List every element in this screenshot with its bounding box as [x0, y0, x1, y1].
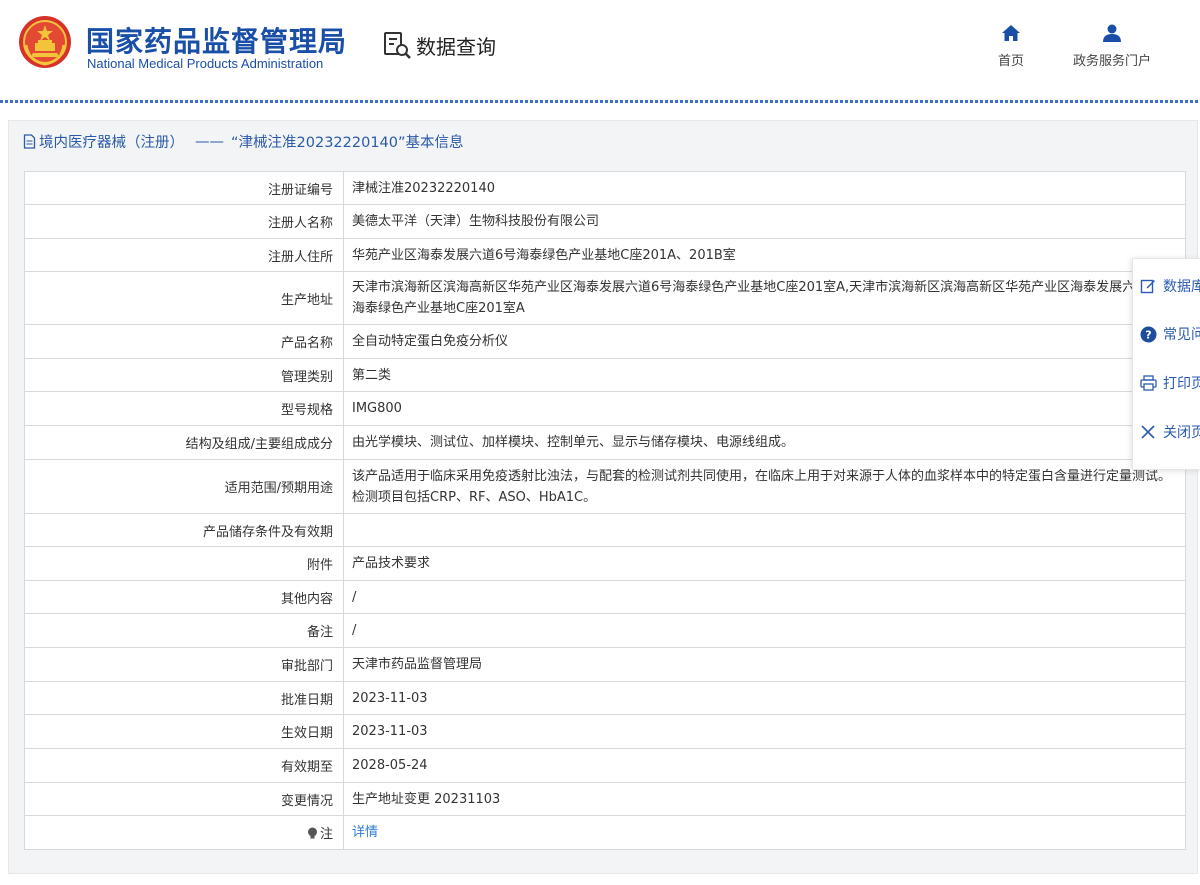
row-label: 适用范围/预期用途 — [24, 459, 344, 514]
row-value: 第二类 — [343, 358, 1186, 392]
row-value: 2028-05-24 — [343, 748, 1186, 783]
panel-category: 境内医疗器械（注册） — [39, 135, 184, 151]
row-label: 注 — [24, 815, 344, 850]
edit-icon — [1139, 277, 1157, 295]
row-value — [343, 513, 1186, 547]
side-tool-database[interactable]: 数据库 — [1139, 274, 1200, 298]
row-label: 变更情况 — [24, 782, 344, 816]
nav-home-label: 首页 — [998, 54, 1025, 69]
data-search-icon — [384, 32, 411, 59]
info-table: 注册证编号 津械注准20232220140 注册人名称 美德太平洋（天津）生物科技股份… — [24, 171, 1186, 850]
row-value: / — [343, 580, 1186, 614]
user-icon — [1103, 24, 1121, 42]
table-row: 注册人名称 美德太平洋（天津）生物科技股份有限公司 — [24, 204, 1186, 239]
side-toolbar: 数据库 ? 常见问题 打印页面 关闭页面 — [1132, 258, 1200, 470]
table-row: 注册证编号 津械注准20232220140 — [24, 171, 1186, 205]
table-row: 产品名称 全自动特定蛋白免疫分析仪 — [24, 324, 1186, 359]
detail-panel: 境内医疗器械（注册） —— “津械注准20232220140”基本信息 注册证编… — [8, 120, 1198, 874]
row-label: 生效日期 — [24, 714, 344, 749]
nav-service-portal[interactable]: 政务服务门户 — [1073, 24, 1151, 69]
table-row: 其他内容 / — [24, 580, 1186, 614]
row-label: 结构及组成/主要组成成分 — [24, 425, 344, 460]
table-row: 适用范围/预期用途 该产品适用于临床采用免疫透射比浊法，与配套的检测试剂共同使用，… — [24, 459, 1186, 514]
table-row: 产品储存条件及有效期 — [24, 513, 1186, 547]
row-value: 津械注准20232220140 — [343, 171, 1186, 205]
row-value: 产品技术要求 — [343, 546, 1186, 581]
table-row: 管理类别 第二类 — [24, 358, 1186, 392]
row-label: 其他内容 — [24, 580, 344, 614]
info-table-body: 注册证编号 津械注准20232220140 注册人名称 美德太平洋（天津）生物科技股份… — [24, 171, 1186, 850]
panel-title: 境内医疗器械（注册） —— “津械注准20232220140”基本信息 — [23, 131, 464, 152]
row-value: 华苑产业区海泰发展六道6号海泰绿色产业基地C座201A、201B室 — [343, 238, 1186, 272]
print-icon — [1139, 374, 1157, 392]
row-label: 产品储存条件及有效期 — [24, 513, 344, 547]
site-header: 国家药品监督管理局 National Medical Products Admi… — [0, 0, 1200, 100]
row-label: 有效期至 — [24, 748, 344, 783]
row-label: 注册人名称 — [24, 204, 344, 239]
note-label: 注 — [319, 827, 333, 842]
side-tool-close-label: 关闭页面 — [1163, 425, 1200, 441]
side-tool-faq[interactable]: ? 常见问题 — [1139, 322, 1200, 346]
row-label: 生产地址 — [24, 271, 344, 325]
side-tool-close[interactable]: 关闭页面 — [1139, 420, 1200, 444]
row-label: 型号规格 — [24, 391, 344, 426]
table-row: 批准日期 2023-11-03 — [24, 681, 1186, 715]
bulb-icon — [307, 827, 317, 839]
row-value: 由光学模块、测试位、加样模块、控制单元、显示与储存模块、电源线组成。 — [343, 425, 1186, 460]
row-value: IMG800 — [343, 391, 1186, 426]
data-query-title: 数据查询 — [416, 34, 496, 59]
row-value: 天津市滨海新区滨海高新区华苑产业区海泰发展六道6号海泰绿色产业基地C座201室A… — [343, 271, 1186, 325]
table-row: 附件 产品技术要求 — [24, 546, 1186, 581]
national-emblem-icon — [19, 16, 71, 68]
table-row: 有效期至 2028-05-24 — [24, 748, 1186, 783]
row-value: 全自动特定蛋白免疫分析仪 — [343, 324, 1186, 359]
side-tool-faq-label: 常见问题 — [1163, 327, 1200, 343]
document-icon — [23, 134, 36, 149]
panel-heading: “津械注准20232220140”基本信息 — [231, 135, 464, 151]
row-label: 注册证编号 — [24, 171, 344, 205]
row-value: 2023-11-03 — [343, 714, 1186, 749]
org-name-en: National Medical Products Administration — [87, 56, 324, 71]
side-tool-database-label: 数据库 — [1163, 279, 1200, 295]
table-row: 生产地址 天津市滨海新区滨海高新区华苑产业区海泰发展六道6号海泰绿色产业基地C座2… — [24, 271, 1186, 325]
table-row: 注册人住所 华苑产业区海泰发展六道6号海泰绿色产业基地C座201A、201B室 — [24, 238, 1186, 272]
row-label: 注册人住所 — [24, 238, 344, 272]
org-name-cn: 国家药品监督管理局 — [86, 25, 348, 58]
table-row: 审批部门 天津市药品监督管理局 — [24, 647, 1186, 682]
panel-separator: —— — [195, 133, 224, 150]
row-label: 附件 — [24, 546, 344, 581]
row-value: 2023-11-03 — [343, 681, 1186, 715]
table-row: 结构及组成/主要组成成分 由光学模块、测试位、加样模块、控制单元、显示与储存模块、… — [24, 425, 1186, 460]
side-tool-print[interactable]: 打印页面 — [1139, 371, 1200, 395]
row-value: 生产地址变更 20231103 — [343, 782, 1186, 816]
home-icon — [1002, 25, 1020, 41]
table-row: 变更情况 生产地址变更 20231103 — [24, 782, 1186, 816]
nav-home[interactable]: 首页 — [998, 24, 1024, 69]
side-tool-print-label: 打印页面 — [1163, 376, 1200, 392]
row-value: 美德太平洋（天津）生物科技股份有限公司 — [343, 204, 1186, 239]
nav-service-portal-label: 政务服务门户 — [1073, 54, 1152, 69]
row-value: 天津市药品监督管理局 — [343, 647, 1186, 682]
row-label: 产品名称 — [24, 324, 344, 359]
table-row: 生效日期 2023-11-03 — [24, 714, 1186, 749]
close-icon — [1139, 423, 1157, 441]
header-divider — [0, 100, 1200, 103]
table-row: 备注 / — [24, 613, 1186, 648]
row-label: 批准日期 — [24, 681, 344, 715]
row-label: 备注 — [24, 613, 344, 648]
row-label: 审批部门 — [24, 647, 344, 682]
table-row: 型号规格 IMG800 — [24, 391, 1186, 426]
row-value: / — [343, 613, 1186, 648]
svg-text:?: ? — [1145, 328, 1151, 341]
details-link[interactable]: 详情 — [343, 815, 1186, 850]
data-query-heading: 数据查询 — [382, 30, 496, 60]
row-label: 管理类别 — [24, 358, 344, 392]
row-value: 该产品适用于临床采用免疫透射比浊法，与配套的检测试剂共同使用，在临床上用于对来源… — [343, 459, 1186, 514]
question-icon: ? — [1139, 325, 1157, 343]
table-row-note: 注详情 — [24, 815, 1186, 850]
